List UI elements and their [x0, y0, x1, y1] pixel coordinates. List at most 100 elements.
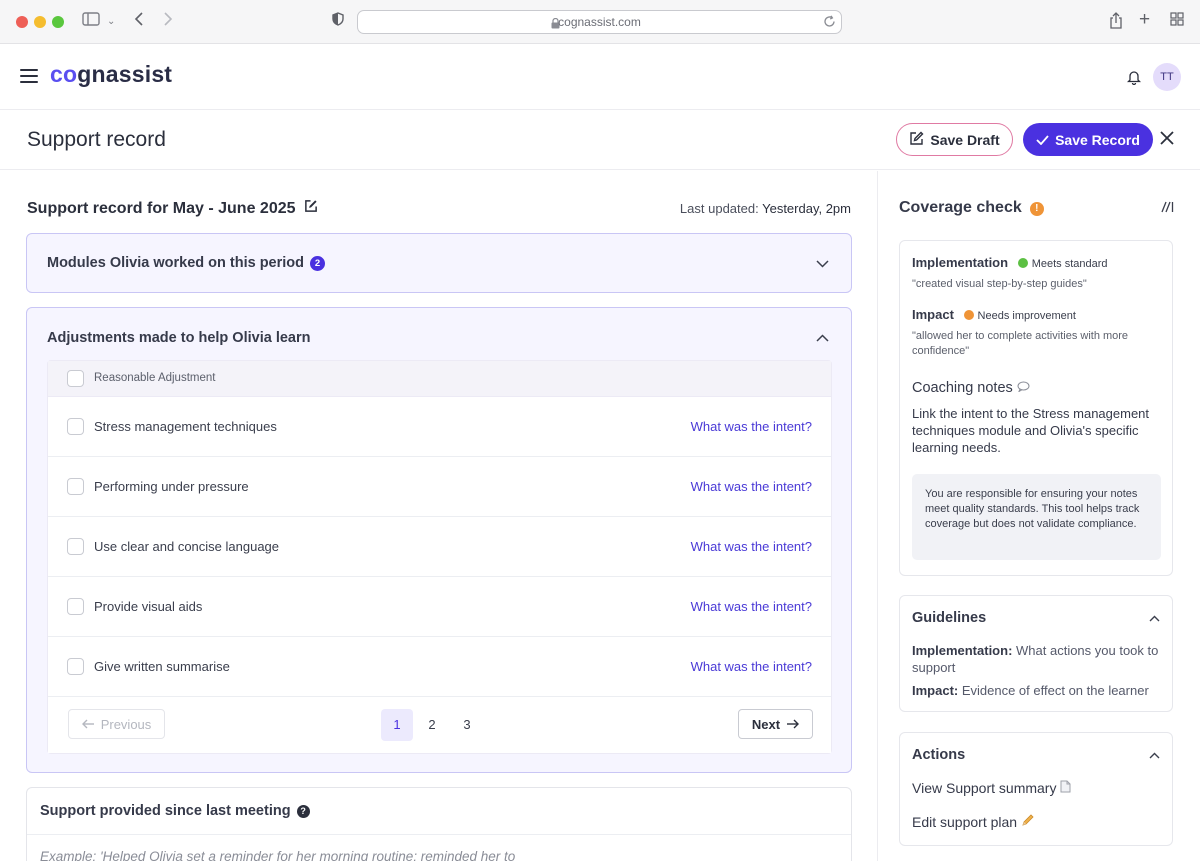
warning-icon: !: [1029, 202, 1044, 216]
page-1-button[interactable]: 1: [381, 709, 413, 741]
back-icon[interactable]: [134, 12, 144, 32]
save-draft-label: Save Draft: [930, 131, 1000, 148]
modules-section[interactable]: Modules Olivia worked on this period 2: [26, 233, 852, 293]
page-3-button[interactable]: 3: [451, 709, 483, 741]
table-row: Performing under pressure What was the i…: [48, 457, 831, 517]
save-draft-button[interactable]: Save Draft: [896, 123, 1013, 156]
coaching-text: Link the intent to the Stress management…: [912, 406, 1150, 455]
intent-link[interactable]: What was the intent?: [691, 659, 812, 674]
coverage-panel: Coverage check! Implementation Meets sta…: [879, 171, 1200, 861]
close-window-dot[interactable]: [16, 16, 28, 28]
edit-icon: [909, 131, 924, 149]
row-checkbox[interactable]: [67, 478, 84, 495]
document-icon: [1060, 780, 1071, 796]
chevron-down-icon[interactable]: [816, 257, 829, 271]
guideline-impact: Impact: Evidence of effect on the learne…: [912, 683, 1149, 698]
adjustments-table: Reasonable Adjustment Stress management …: [47, 360, 832, 754]
collapse-panel-icon[interactable]: [1160, 201, 1174, 216]
support-title: Support provided since last meeting?: [40, 803, 310, 819]
table-row: Stress management techniques What was th…: [48, 397, 831, 457]
row-checkbox[interactable]: [67, 538, 84, 555]
column-header: Reasonable Adjustment: [94, 372, 216, 384]
help-icon[interactable]: ?: [296, 805, 310, 818]
chevron-down-icon[interactable]: ⌄: [107, 12, 115, 32]
save-record-button[interactable]: Save Record: [1023, 123, 1153, 156]
intent-link[interactable]: What was the intent?: [691, 539, 812, 554]
previous-button[interactable]: Previous: [68, 709, 165, 739]
share-icon[interactable]: [1109, 12, 1123, 35]
implementation-row: Implementation Meets standard: [912, 255, 1108, 270]
select-all-checkbox[interactable]: [67, 370, 84, 387]
support-provided-section: Support provided since last meeting? Exa…: [26, 787, 852, 861]
impact-quote: "allowed her to complete activities with…: [912, 330, 1129, 357]
save-record-label: Save Record: [1055, 131, 1140, 148]
menu-icon[interactable]: [20, 69, 38, 84]
url-text: cognassist.com: [558, 15, 641, 29]
next-button[interactable]: Next: [738, 709, 813, 739]
intent-link[interactable]: What was the intent?: [691, 479, 812, 494]
page-title-bar: Support record Save Draft Save Record: [0, 110, 1200, 170]
implementation-quote: "created visual step-by-step guides": [912, 278, 1087, 290]
app-logo[interactable]: cognassist: [50, 61, 172, 88]
table-row: Give written summarise What was the inte…: [48, 637, 831, 697]
modules-title: Modules Olivia worked on this period 2: [47, 255, 326, 271]
app-header: cognassist TT: [0, 44, 1200, 110]
guidelines-title: Guidelines: [912, 610, 987, 626]
row-checkbox[interactable]: [67, 658, 84, 675]
adjustment-label: Stress management techniques: [94, 419, 277, 434]
page-title: Support record: [27, 128, 166, 151]
arrow-left-icon: [81, 717, 95, 732]
chevron-up-icon[interactable]: [1149, 750, 1160, 762]
coverage-title: Coverage check!: [899, 199, 1044, 217]
status-badge: Meets standard: [1031, 258, 1108, 270]
coaching-title: Coaching notes: [912, 380, 1030, 396]
last-updated: Last updated: Yesterday, 2pm: [679, 201, 851, 216]
chevron-up-icon[interactable]: [1149, 613, 1160, 625]
status-ok-icon: [1017, 258, 1028, 268]
adjustment-label: Provide visual aids: [94, 599, 203, 614]
adjustment-label: Performing under pressure: [94, 479, 249, 494]
shield-icon[interactable]: [332, 12, 344, 32]
actions-card: Actions View Support summary Edit suppor…: [899, 732, 1173, 846]
adjustment-label: Use clear and concise language: [94, 539, 280, 554]
view-support-summary-link[interactable]: View Support summary: [912, 780, 1071, 796]
adjustments-title: Adjustments made to help Olivia learn: [47, 330, 311, 346]
reload-icon[interactable]: [823, 15, 836, 33]
avatar[interactable]: TT: [1153, 63, 1181, 91]
pencil-icon: [1021, 814, 1035, 830]
record-heading: Support record for May - June 2025: [27, 199, 318, 218]
minimize-window-dot[interactable]: [34, 16, 46, 28]
responsibility-notice: You are responsible for ensuring your no…: [912, 474, 1161, 560]
page-2-button[interactable]: 2: [416, 709, 448, 741]
address-bar[interactable]: cognassist.com: [357, 10, 842, 34]
edit-support-plan-link[interactable]: Edit support plan: [912, 813, 1035, 830]
chevron-up-icon[interactable]: [816, 331, 829, 345]
table-row: Provide visual aids What was the intent?: [48, 577, 831, 637]
pagination: Previous 1 2 3 Next: [48, 697, 831, 753]
bell-icon[interactable]: [1126, 69, 1142, 90]
tab-overview-icon[interactable]: [1170, 12, 1184, 32]
close-icon[interactable]: [1159, 128, 1175, 150]
forward-icon[interactable]: [163, 12, 173, 32]
main-content: Support record for May - June 2025 Last …: [0, 171, 878, 861]
impact-row: Impact Needs improvement: [912, 307, 1076, 322]
new-tab-icon[interactable]: +: [1139, 10, 1150, 30]
edit-title-icon[interactable]: [304, 200, 318, 217]
intent-link[interactable]: What was the intent?: [691, 419, 812, 434]
arrow-right-icon: [786, 717, 800, 732]
check-icon: [1036, 132, 1049, 148]
coverage-card: Implementation Meets standard "created v…: [899, 240, 1173, 576]
browser-toolbar: ⌄ cognassist.com +: [0, 0, 1200, 44]
row-checkbox[interactable]: [67, 418, 84, 435]
row-checkbox[interactable]: [67, 598, 84, 615]
modules-count-badge: 2: [310, 256, 326, 271]
maximize-window-dot[interactable]: [52, 16, 64, 28]
guidelines-card: Guidelines Implementation: What actions …: [899, 595, 1173, 712]
speech-bubble-icon: [1017, 380, 1030, 396]
intent-link[interactable]: What was the intent?: [691, 599, 812, 614]
status-warning-icon: [963, 310, 974, 320]
support-textarea[interactable]: Example: 'Helped Olivia set a reminder f…: [40, 849, 515, 861]
sidebar-toggle-icon[interactable]: [82, 12, 100, 32]
actions-title: Actions: [912, 747, 966, 763]
table-row: Use clear and concise language What was …: [48, 517, 831, 577]
